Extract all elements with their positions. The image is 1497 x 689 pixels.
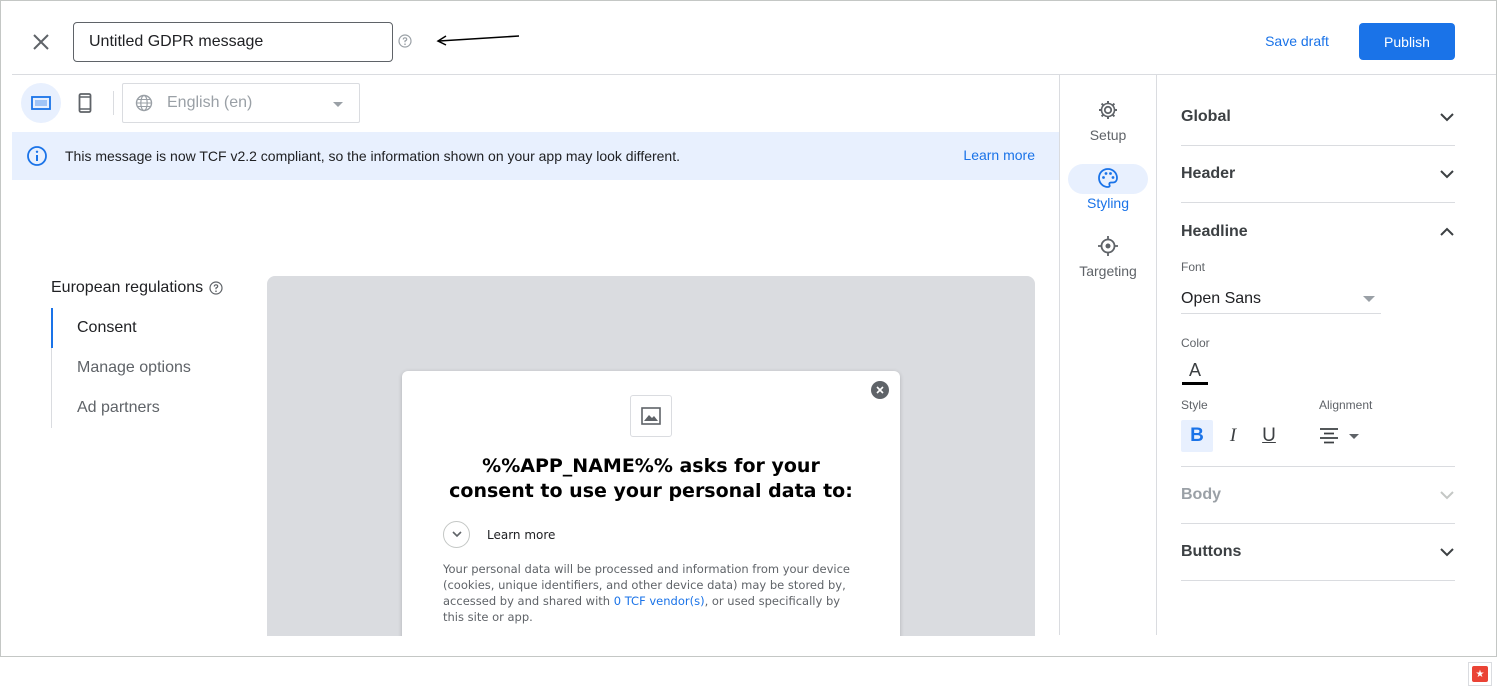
chevron-down-icon (1440, 113, 1454, 122)
section-body-label: Body (1181, 486, 1221, 503)
target-icon (1098, 236, 1118, 256)
section-buttons-label: Buttons (1181, 543, 1242, 560)
text-color-button[interactable]: A (1181, 360, 1209, 390)
style-column: Style B I U (1181, 398, 1319, 452)
close-icon (876, 386, 884, 394)
font-label: Font (1181, 260, 1206, 274)
underline-button[interactable]: U (1253, 420, 1285, 452)
section-header-label: Header (1181, 165, 1236, 182)
alignment-label: Alignment (1319, 398, 1373, 412)
style-label: Style (1181, 398, 1208, 412)
alignment-column: Alignment (1319, 398, 1372, 452)
info-icon (27, 146, 47, 166)
dialog-body-text: Your personal data will be processed and… (443, 561, 858, 625)
section-global[interactable]: Global (1181, 89, 1455, 146)
font-select[interactable]: Open Sans (1181, 284, 1381, 314)
style-buttons: B I U (1181, 420, 1319, 452)
desktop-icon (31, 96, 51, 110)
rail-divider-left (1059, 75, 1060, 635)
image-icon (641, 407, 661, 425)
arrow-left-annotation-icon (436, 35, 520, 46)
message-preview: %%APP_NAME%% asks for your consent to us… (267, 276, 1035, 636)
tcf-info-banner: This message is now TCF v2.2 compliant, … (12, 132, 1059, 180)
chevron-up-icon (1440, 227, 1454, 236)
styling-panel: Global Header Headline Font Open Sans Co… (1181, 89, 1455, 581)
nav-item-consent[interactable]: Consent (51, 308, 251, 348)
consent-dialog-preview: %%APP_NAME%% asks for your consent to us… (402, 371, 900, 636)
language-select[interactable]: English (en) (122, 83, 360, 123)
save-draft-button[interactable]: Save draft (1253, 23, 1341, 59)
nav-title: European regulations (51, 279, 223, 297)
close-button[interactable] (29, 30, 53, 54)
mobile-view-toggle[interactable] (65, 83, 105, 123)
rail-item-styling[interactable]: Styling (1068, 167, 1148, 211)
rail-divider-right (1156, 75, 1157, 635)
star-icon: ★ (1472, 666, 1488, 682)
logo-placeholder[interactable] (630, 395, 672, 437)
section-headline-label: Headline (1181, 222, 1248, 240)
banner-learn-more-link[interactable]: Learn more (963, 147, 1035, 163)
toolbar-divider (113, 91, 114, 115)
text-color-icon: A (1188, 360, 1201, 380)
alignment-select[interactable] (1319, 420, 1372, 452)
vendors-link[interactable]: 0 TCF vendor(s) (614, 594, 705, 608)
publish-button[interactable]: Publish (1359, 23, 1455, 60)
banner-message: This message is now TCF v2.2 compliant, … (65, 148, 681, 164)
learn-more-expand-button[interactable] (443, 521, 470, 548)
palette-icon (1098, 168, 1118, 188)
mobile-icon (78, 93, 92, 113)
rail-item-setup-label: Setup (1089, 127, 1127, 143)
globe-icon (135, 94, 153, 112)
nav-list: Consent Manage options Ad partners (51, 308, 251, 428)
align-center-icon (1320, 428, 1338, 444)
help-icon[interactable] (209, 281, 223, 295)
chevron-down-icon (1440, 170, 1454, 179)
chevron-down-icon (1440, 491, 1454, 500)
font-select-value: Open Sans (1181, 289, 1262, 307)
rail-item-targeting-label: Targeting (1079, 263, 1137, 279)
nav-item-ad-partners[interactable]: Ad partners (52, 388, 251, 428)
italic-button[interactable]: I (1217, 420, 1249, 452)
feedback-badge[interactable]: ★ (1468, 662, 1492, 686)
section-body[interactable]: Body (1181, 467, 1455, 524)
chevron-down-icon (1440, 548, 1454, 557)
header-divider (12, 74, 1496, 75)
bold-button[interactable]: B (1181, 420, 1213, 452)
chevron-down-icon (1349, 433, 1359, 439)
close-icon (33, 34, 49, 50)
chevron-down-icon (1363, 295, 1375, 302)
dialog-learn-more[interactable]: Learn more (487, 528, 555, 542)
nav-title-text: European regulations (51, 279, 204, 296)
gear-icon (1099, 101, 1117, 119)
section-global-label: Global (1181, 108, 1231, 125)
chevron-down-icon (333, 102, 343, 107)
style-alignment-row: Style B I U Alignment (1181, 398, 1455, 452)
dialog-close-button[interactable] (871, 381, 889, 399)
chevron-down-icon (451, 531, 462, 538)
desktop-view-toggle[interactable] (21, 83, 61, 123)
section-buttons[interactable]: Buttons (1181, 524, 1455, 581)
section-headline-header[interactable]: Headline (1181, 203, 1455, 260)
color-label: Color (1181, 336, 1210, 350)
editor-window: Save draft Publish English (en) This mes… (0, 0, 1497, 657)
help-icon[interactable] (398, 34, 412, 48)
section-header[interactable]: Header (1181, 146, 1455, 203)
language-select-value: English (en) (167, 94, 253, 111)
rail-item-setup[interactable]: Setup (1068, 99, 1148, 143)
rail-item-styling-label: Styling (1086, 195, 1130, 211)
text-color-swatch (1182, 382, 1208, 385)
dialog-headline[interactable]: %%APP_NAME%% asks for your consent to us… (442, 454, 860, 504)
section-headline: Headline Font Open Sans Color A Style B … (1181, 203, 1455, 467)
message-title-input[interactable] (73, 22, 393, 62)
nav-item-manage-options[interactable]: Manage options (52, 348, 251, 388)
rail-item-targeting[interactable]: Targeting (1068, 235, 1148, 279)
